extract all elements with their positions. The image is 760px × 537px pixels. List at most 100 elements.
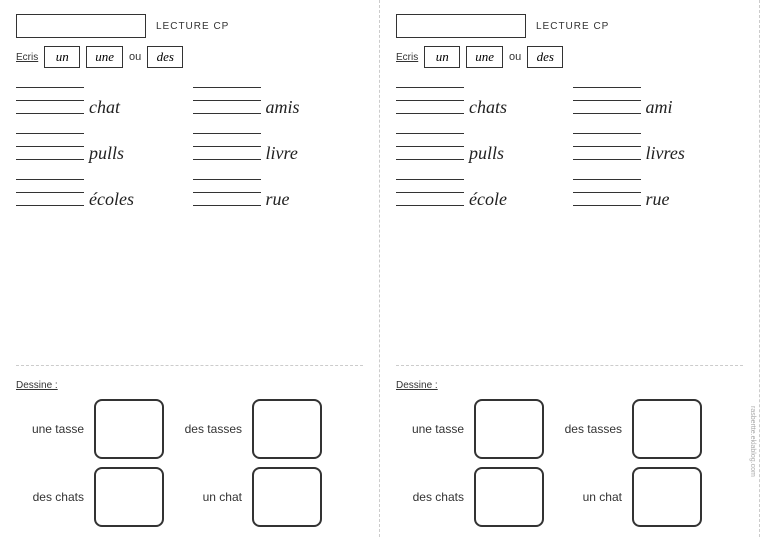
right-line [573, 170, 641, 180]
right-line [396, 137, 464, 147]
left-word-item-ecoles: écoles [16, 170, 187, 208]
right-ecris-row: Ecris un une ou des [396, 46, 743, 68]
right-dessine-text-des-chats: des chats [396, 490, 464, 504]
left-line [193, 150, 261, 160]
left-dessine-row-2: des chats un chat [16, 467, 363, 527]
right-line [396, 150, 464, 160]
left-word-rue: rue [266, 190, 290, 208]
left-line [16, 78, 84, 88]
left-dessine-text-des-tasses: des tasses [174, 422, 242, 436]
left-word-row-3: écoles rue [16, 170, 363, 208]
left-lines-amis [193, 78, 261, 116]
right-line [396, 104, 464, 114]
right-line [573, 91, 641, 101]
right-word-item-rue: rue [573, 170, 744, 208]
left-dessine-box-des-tasses [252, 399, 322, 459]
left-word-livre: livre [266, 144, 298, 162]
right-header-input[interactable] [396, 14, 526, 38]
left-lines-livre [193, 124, 261, 162]
right-words: chats ami [396, 78, 743, 357]
left-dessine-text-des-chats: des chats [16, 490, 84, 504]
left-words: chat amis [16, 78, 363, 357]
left-line [193, 137, 261, 147]
right-lines-chats [396, 78, 464, 116]
left-dessine-text-une-tasse: une tasse [16, 422, 84, 436]
left-ecris-ou: ou [129, 51, 141, 63]
right-word-row-3: école rue [396, 170, 743, 208]
left-line [193, 196, 261, 206]
left-ecris-un: un [44, 46, 80, 68]
left-word-item-amis: amis [193, 78, 364, 116]
right-word-row-2: pulls livres [396, 124, 743, 162]
right-ecris-des: des [527, 46, 563, 68]
right-ecris-label: Ecris [396, 52, 418, 63]
right-header: LECTURE CP [396, 14, 743, 38]
right-line [396, 170, 464, 180]
left-ecris-label: Ecris [16, 52, 38, 63]
right-ecris-ou: ou [509, 51, 521, 63]
right-line [573, 78, 641, 88]
left-line [16, 91, 84, 101]
left-title: LECTURE CP [156, 21, 229, 32]
left-word-chat: chat [89, 98, 120, 116]
left-header: LECTURE CP [16, 14, 363, 38]
left-dessine-grid: une tasse des tasses des chats un chat [16, 399, 363, 527]
left-header-input[interactable] [16, 14, 146, 38]
left-line [193, 183, 261, 193]
watermark: rasbertte.eklablog.com [749, 406, 756, 477]
left-line [16, 183, 84, 193]
right-dessine-label: Dessine : [396, 380, 743, 391]
right-ecris-un: un [424, 46, 460, 68]
right-dessine-row-2: des chats un chat [396, 467, 743, 527]
left-lines-ecoles [16, 170, 84, 208]
right-lines-pulls [396, 124, 464, 162]
right-line [396, 78, 464, 88]
left-word-item-livre: livre [193, 124, 364, 162]
right-lines-rue [573, 170, 641, 208]
right-word-item-ecole: école [396, 170, 567, 208]
left-line [16, 137, 84, 147]
right-word-item-ami: ami [573, 78, 744, 116]
right-lines-livres [573, 124, 641, 162]
right-dessine-text-un-chat: un chat [554, 490, 622, 504]
right-dessine-box-des-tasses [632, 399, 702, 459]
left-dessine-box-une-tasse [94, 399, 164, 459]
right-word-ami: ami [646, 98, 673, 116]
left-panel: LECTURE CP Ecris un une ou des chat [0, 0, 380, 537]
right-ecris-une: une [466, 46, 503, 68]
left-dessine-label: Dessine : [16, 380, 363, 391]
left-line [16, 170, 84, 180]
left-dessine-box-un-chat [252, 467, 322, 527]
right-line [573, 150, 641, 160]
left-dessine-box-des-chats [94, 467, 164, 527]
right-word-pulls: pulls [469, 144, 504, 162]
left-line [193, 104, 261, 114]
left-word-amis: amis [266, 98, 300, 116]
right-lines-ami [573, 78, 641, 116]
page: LECTURE CP Ecris un une ou des chat [0, 0, 760, 537]
left-line [193, 170, 261, 180]
right-panel: LECTURE CP Ecris un une ou des chats [380, 0, 760, 537]
right-lines-ecole [396, 170, 464, 208]
left-divider [16, 365, 363, 366]
left-word-row-1: chat amis [16, 78, 363, 116]
right-word-item-pulls: pulls [396, 124, 567, 162]
right-line [573, 124, 641, 134]
left-dessine-text-un-chat: un chat [174, 490, 242, 504]
left-ecris-une: une [86, 46, 123, 68]
right-word-ecole: école [469, 190, 507, 208]
right-dessine-grid: une tasse des tasses des chats un chat [396, 399, 743, 527]
left-line [193, 91, 261, 101]
left-word-item-rue: rue [193, 170, 364, 208]
right-line [573, 196, 641, 206]
left-dessine-row-1: une tasse des tasses [16, 399, 363, 459]
right-word-item-livres: livres [573, 124, 744, 162]
left-line [16, 150, 84, 160]
left-word-item-chat: chat [16, 78, 187, 116]
left-line [16, 124, 84, 134]
right-dessine-box-une-tasse [474, 399, 544, 459]
right-word-chats: chats [469, 98, 507, 116]
left-ecris-row: Ecris un une ou des [16, 46, 363, 68]
right-word-rue: rue [646, 190, 670, 208]
left-word-ecoles: écoles [89, 190, 134, 208]
